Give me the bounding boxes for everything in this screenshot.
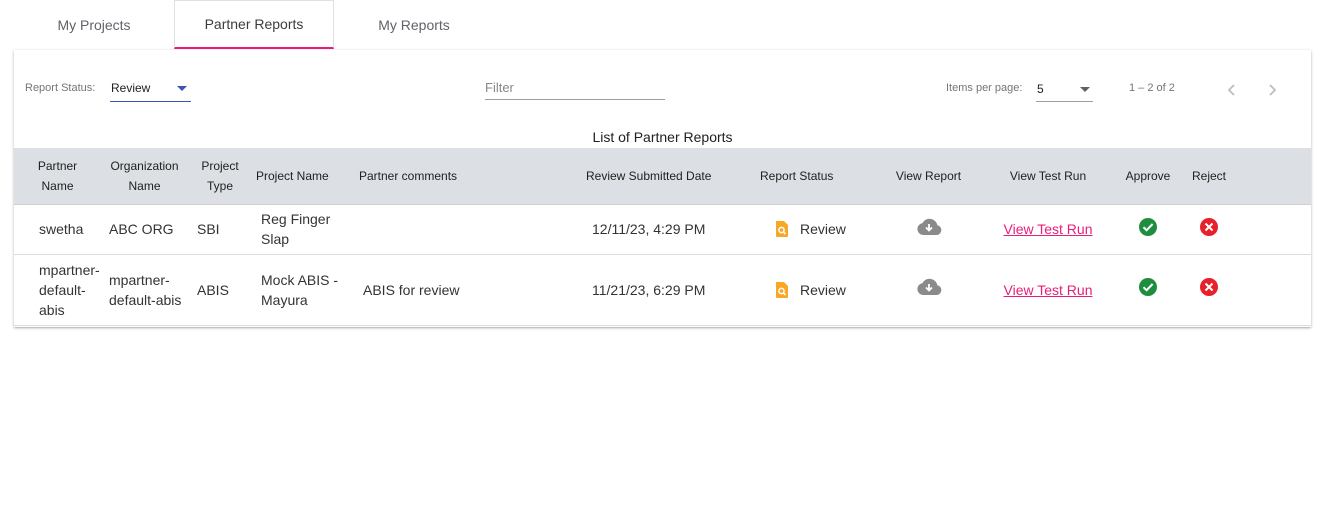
report-status-label: Report Status:	[25, 82, 96, 94]
items-per-page-select[interactable]: 5	[1036, 78, 1093, 102]
download-report-button[interactable]	[916, 278, 942, 296]
cell-report-status: Review	[742, 204, 872, 255]
reject-button[interactable]	[1199, 277, 1219, 297]
status-text: Review	[800, 221, 846, 237]
review-doc-icon	[776, 221, 788, 237]
cell-partner-name: swetha	[14, 204, 97, 255]
cell-review-date: 12/11/23, 4:29 PM	[586, 204, 742, 255]
col-partner-name[interactable]: Partner Name	[14, 148, 97, 205]
cancel-circle-icon	[1200, 278, 1218, 296]
col-view-report[interactable]: View Report	[872, 148, 985, 205]
cell-organization-name: ABC ORG	[97, 204, 192, 255]
col-partner-comments[interactable]: Partner comments	[352, 148, 586, 205]
col-project-name[interactable]: Project Name	[248, 148, 352, 205]
table-row: swetha ABC ORG SBI Reg Finger Slap 12/11…	[14, 204, 1311, 255]
tab-my-projects[interactable]: My Projects	[14, 0, 174, 49]
col-report-status[interactable]: Report Status	[742, 148, 872, 205]
approve-button[interactable]	[1138, 217, 1158, 237]
report-status-select[interactable]: Review	[110, 78, 191, 102]
chevron-left-icon	[1227, 84, 1235, 96]
table-header-row: Partner Name Organization Name Project T…	[14, 148, 1311, 205]
partner-reports-card: Report Status: Review Items per page: 5 …	[14, 50, 1311, 327]
cell-report-status: Review	[742, 254, 872, 326]
cell-project-type: ABIS	[192, 254, 248, 326]
check-circle-icon	[1139, 278, 1157, 296]
cell-project-name: Mock ABIS - Mayura	[248, 254, 352, 326]
table-row: mpartner-default-abis mpartner-default-a…	[14, 254, 1311, 326]
report-tabs: My Projects Partner Reports My Reports	[14, 0, 494, 50]
reject-button[interactable]	[1199, 217, 1219, 237]
next-page-button[interactable]	[1260, 78, 1284, 102]
cell-partner-name: mpartner-default-abis	[14, 254, 100, 326]
items-per-page-value: 5	[1037, 82, 1044, 96]
col-review-submitted-date[interactable]: Review Submitted Date	[586, 148, 742, 205]
view-test-run-link[interactable]: View Test Run	[1004, 221, 1093, 237]
items-per-page-label: Items per page:	[946, 82, 1023, 94]
status-text: Review	[800, 281, 846, 298]
review-doc-icon	[776, 281, 788, 298]
pagination-range: 1 – 2 of 2	[1129, 82, 1175, 94]
tab-my-reports[interactable]: My Reports	[334, 0, 494, 49]
cell-view-report	[872, 204, 985, 255]
chevron-down-icon	[1080, 87, 1090, 92]
tab-partner-reports[interactable]: Partner Reports	[174, 0, 334, 49]
table-toolbar: Report Status: Review Items per page: 5 …	[14, 50, 1311, 130]
cell-view-test-run: View Test Run	[985, 204, 1111, 255]
col-approve[interactable]: Approve	[1111, 148, 1185, 205]
cell-approve	[1111, 254, 1185, 326]
cell-review-date: 11/21/23, 6:29 PM	[586, 254, 742, 326]
cell-project-name: Reg Finger Slap	[248, 204, 352, 255]
cell-project-type: SBI	[192, 204, 248, 255]
col-organization-name[interactable]: Organization Name	[97, 148, 192, 205]
col-view-test-run[interactable]: View Test Run	[985, 148, 1111, 205]
cell-approve	[1111, 204, 1185, 255]
cell-view-test-run: View Test Run	[985, 254, 1111, 326]
approve-button[interactable]	[1138, 277, 1158, 297]
chevron-right-icon	[1269, 84, 1277, 96]
col-reject[interactable]: Reject	[1185, 148, 1311, 205]
cell-organization-name: mpartner-default-abis	[97, 254, 192, 326]
report-status-value: Review	[111, 81, 151, 95]
view-test-run-link[interactable]: View Test Run	[1004, 282, 1093, 298]
chevron-down-icon	[177, 86, 187, 91]
cell-reject	[1185, 254, 1311, 326]
cloud-download-icon	[916, 278, 941, 295]
previous-page-button[interactable]	[1220, 78, 1244, 102]
download-report-button[interactable]	[916, 218, 942, 236]
cell-partner-comments: ABIS for review	[352, 254, 586, 326]
cancel-circle-icon	[1200, 217, 1218, 236]
cell-partner-comments	[352, 204, 586, 255]
col-project-type[interactable]: Project Type	[192, 148, 248, 205]
cell-reject	[1185, 204, 1311, 255]
check-circle-icon	[1139, 217, 1157, 236]
partner-reports-table: Partner Name Organization Name Project T…	[14, 148, 1311, 326]
cloud-download-icon	[916, 218, 941, 235]
cell-view-report	[872, 254, 985, 326]
filter-input[interactable]	[485, 76, 665, 100]
table-title: List of Partner Reports	[592, 129, 733, 145]
